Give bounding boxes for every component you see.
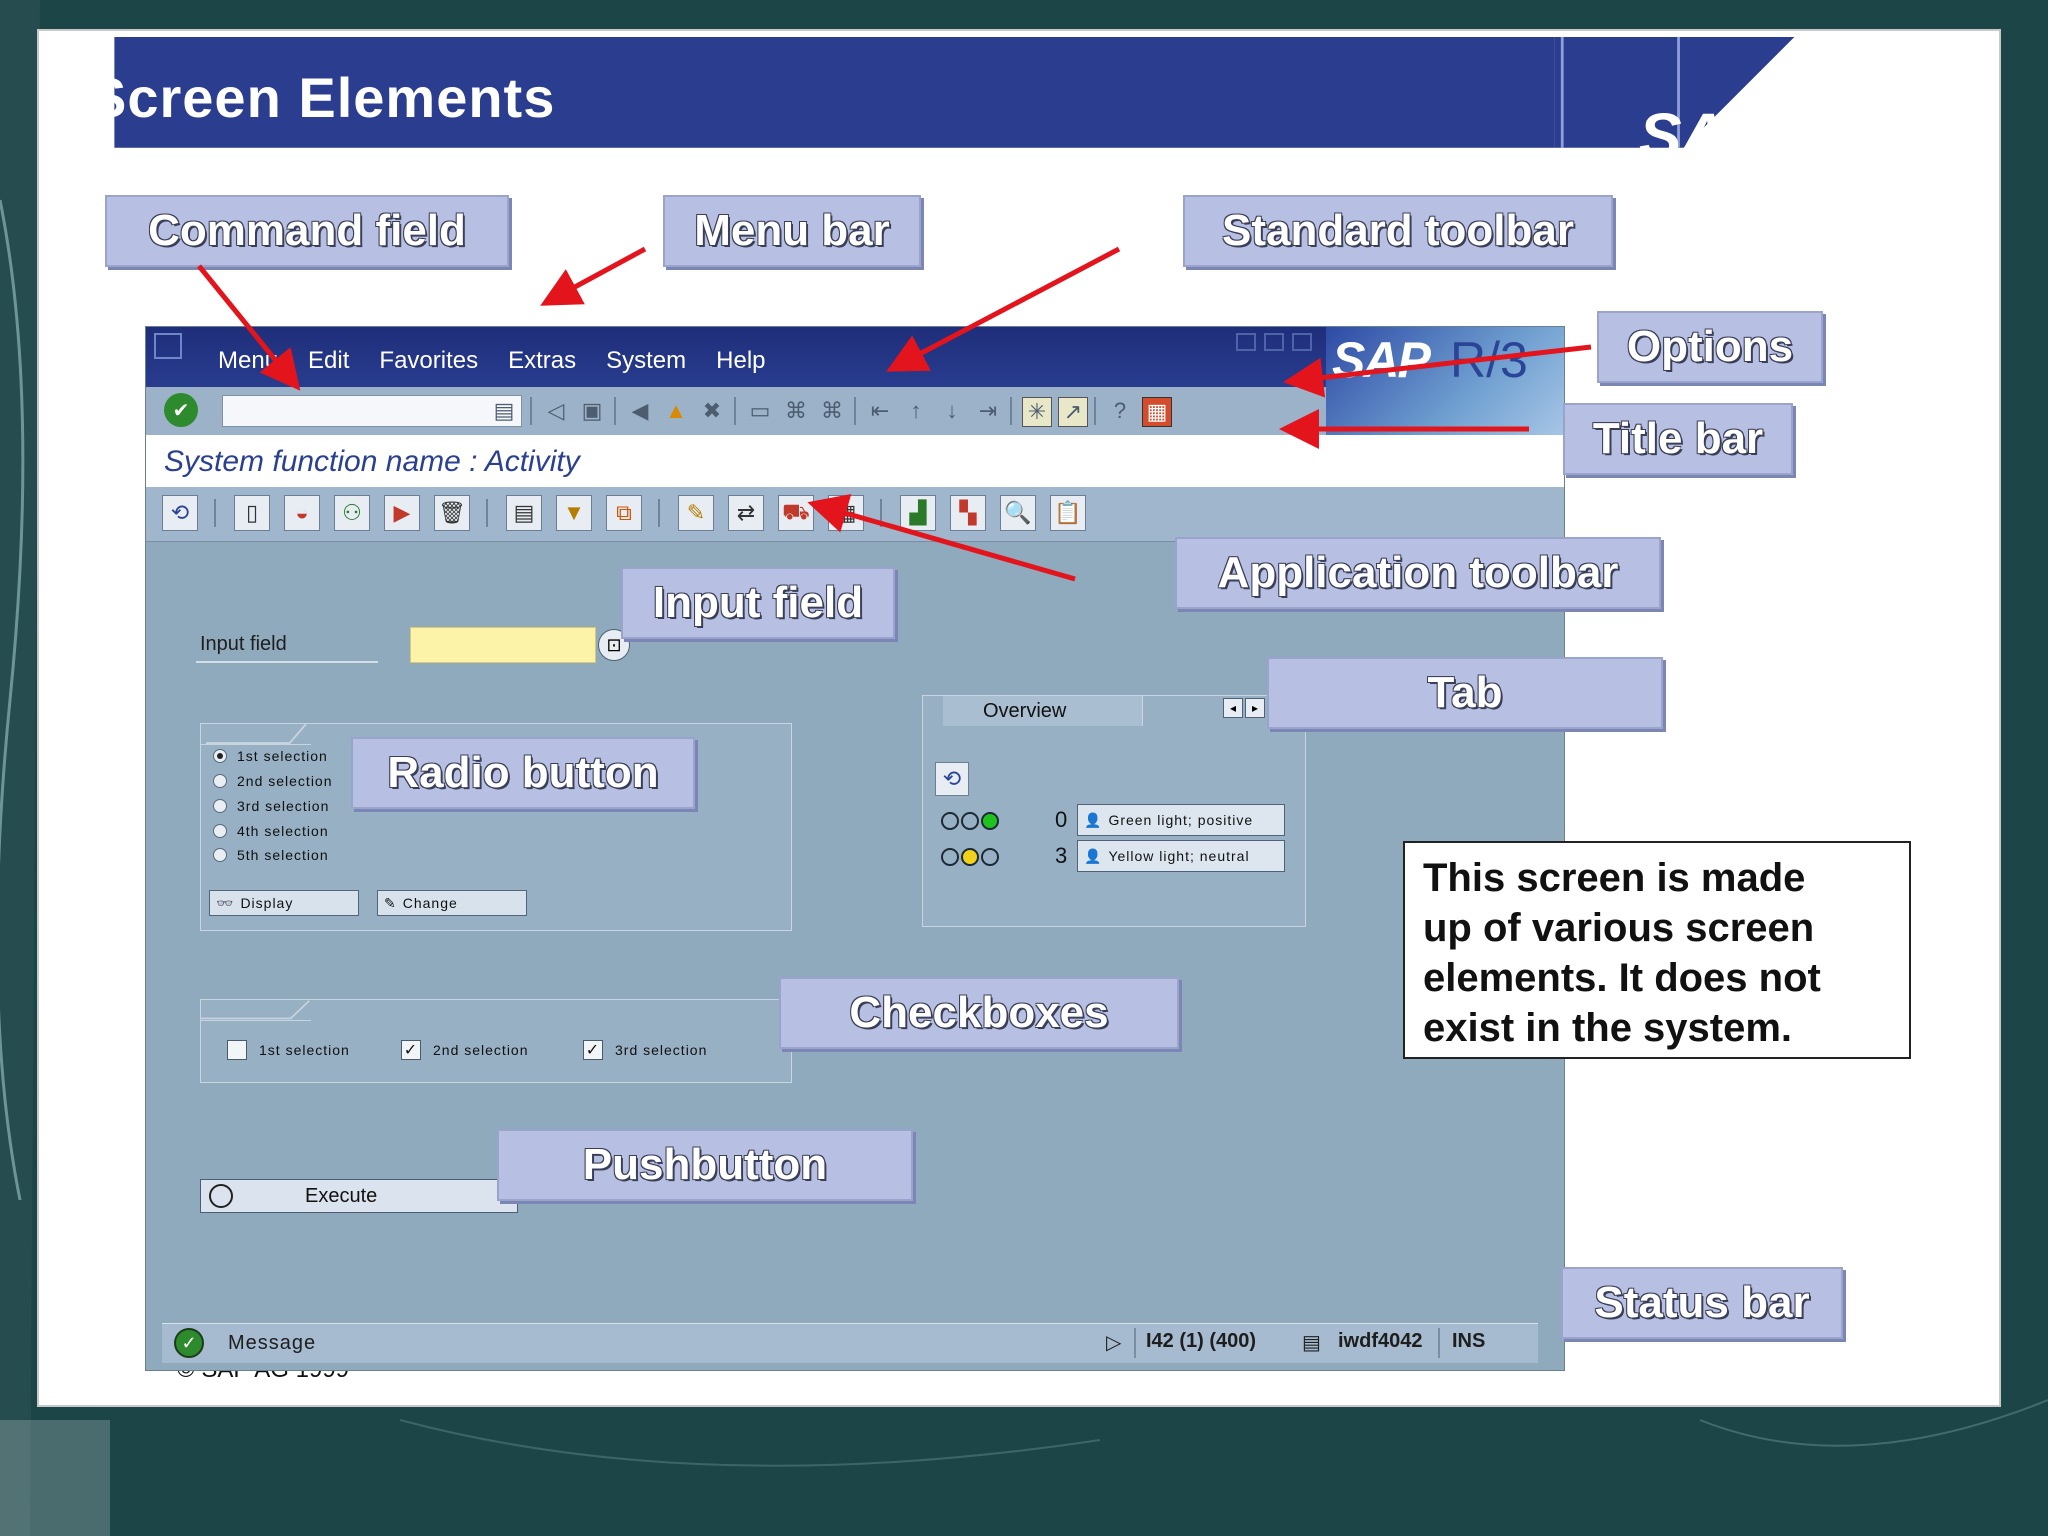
arrow-standard-toolbar — [886, 246, 1121, 372]
callout-arrows — [197, 246, 1592, 582]
arrow-command-field — [197, 264, 301, 391]
arrow-menu-bar — [540, 246, 647, 306]
arrow-options — [1283, 344, 1592, 398]
slide: Screen Elements SAP © SAP AG 1999 Menu E… — [37, 29, 2001, 1407]
arrow-application-toolbar — [807, 494, 1076, 582]
